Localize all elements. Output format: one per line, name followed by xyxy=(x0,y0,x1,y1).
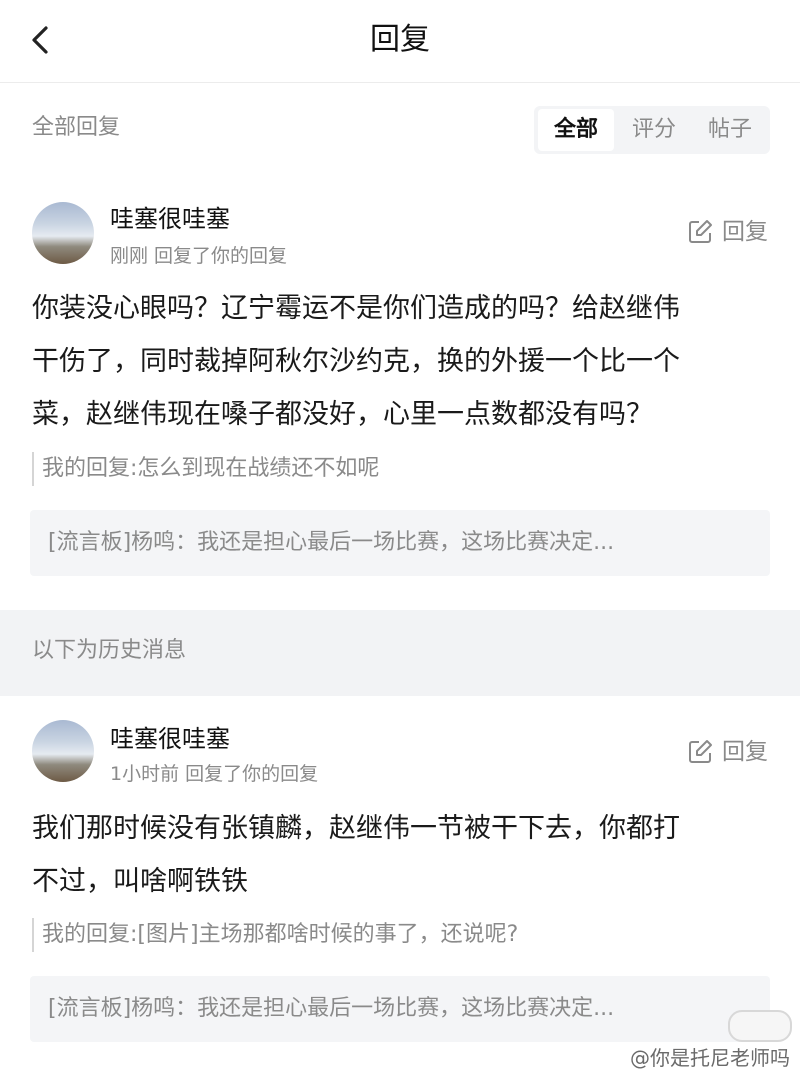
my-reply-quote: 我的回复:[图片]主场那都啥时候的事了，还说呢? xyxy=(32,918,782,952)
watermark-text: @你是托尼老师吗 xyxy=(630,1046,790,1070)
reply-content: 我们那时候没有张镇麟，赵继伟一节被干下去，你都打 不过，叫啥啊铁铁 xyxy=(32,802,772,908)
edit-icon xyxy=(689,740,712,763)
tab-all[interactable]: 全部 xyxy=(538,109,614,151)
content-line: 菜，赵继伟现在嗓子都没好，心里一点数都没有吗？ xyxy=(32,399,653,430)
source-post-link[interactable]: [流言板]杨鸣：我还是担心最后一场比赛，这场比赛决定... xyxy=(30,510,770,576)
source-post-title: [流言板]杨鸣：我还是担心最后一场比赛，这场比赛决定... xyxy=(48,996,615,1021)
content-line: 不过，叫啥啊铁铁 xyxy=(32,866,248,897)
avatar[interactable] xyxy=(32,720,94,782)
filter-tabs: 全部 评分 帖子 xyxy=(534,106,770,154)
reply-meta: 1小时前 回复了你的回复 xyxy=(110,763,319,785)
reply-card[interactable]: 哇塞很哇塞 1小时前 回复了你的回复 回复 我们那时候没有张镇麟，赵继伟一节被干… xyxy=(0,698,800,1076)
tab-posts[interactable]: 帖子 xyxy=(692,106,768,154)
username[interactable]: 哇塞很哇塞 xyxy=(110,722,230,756)
history-label: 以下为历史消息 xyxy=(32,638,187,663)
username[interactable]: 哇塞很哇塞 xyxy=(110,202,230,236)
tab-rating[interactable]: 评分 xyxy=(616,106,692,154)
content-line: 我们那时候没有张镇麟，赵继伟一节被干下去，你都打 xyxy=(32,813,680,844)
content-line: 你装没心眼吗？辽宁霉运不是你们造成的吗？给赵继伟 xyxy=(32,293,680,324)
avatar[interactable] xyxy=(32,202,94,264)
reply-card[interactable]: 哇塞很哇塞 刚刚 回复了你的回复 回复 你装没心眼吗？辽宁霉运不是你们造成的吗？… xyxy=(0,180,800,610)
content-line: 干伤了，同时裁掉阿秋尔沙约克，换的外援一个比一个 xyxy=(32,346,680,377)
top-nav-bar: 回复 xyxy=(0,0,800,83)
reply-button-label: 回复 xyxy=(722,219,768,245)
section-label: 全部回复 xyxy=(32,115,121,140)
source-post-link[interactable]: [流言板]杨鸣：我还是担心最后一场比赛，这场比赛决定... xyxy=(30,976,770,1042)
reply-content: 你装没心眼吗？辽宁霉运不是你们造成的吗？给赵继伟 干伤了，同时裁掉阿秋尔沙约克，… xyxy=(32,282,772,441)
my-reply-quote: 我的回复:怎么到现在战绩还不如呢 xyxy=(32,452,782,486)
edit-icon xyxy=(689,220,712,243)
reply-button-label: 回复 xyxy=(722,739,768,765)
reply-meta: 刚刚 回复了你的回复 xyxy=(110,245,288,267)
source-post-title: [流言板]杨鸣：我还是担心最后一场比赛，这场比赛决定... xyxy=(48,530,615,555)
watermark-logo xyxy=(728,1010,792,1042)
history-divider: 以下为历史消息 xyxy=(0,610,800,696)
page-title: 回复 xyxy=(370,22,430,57)
